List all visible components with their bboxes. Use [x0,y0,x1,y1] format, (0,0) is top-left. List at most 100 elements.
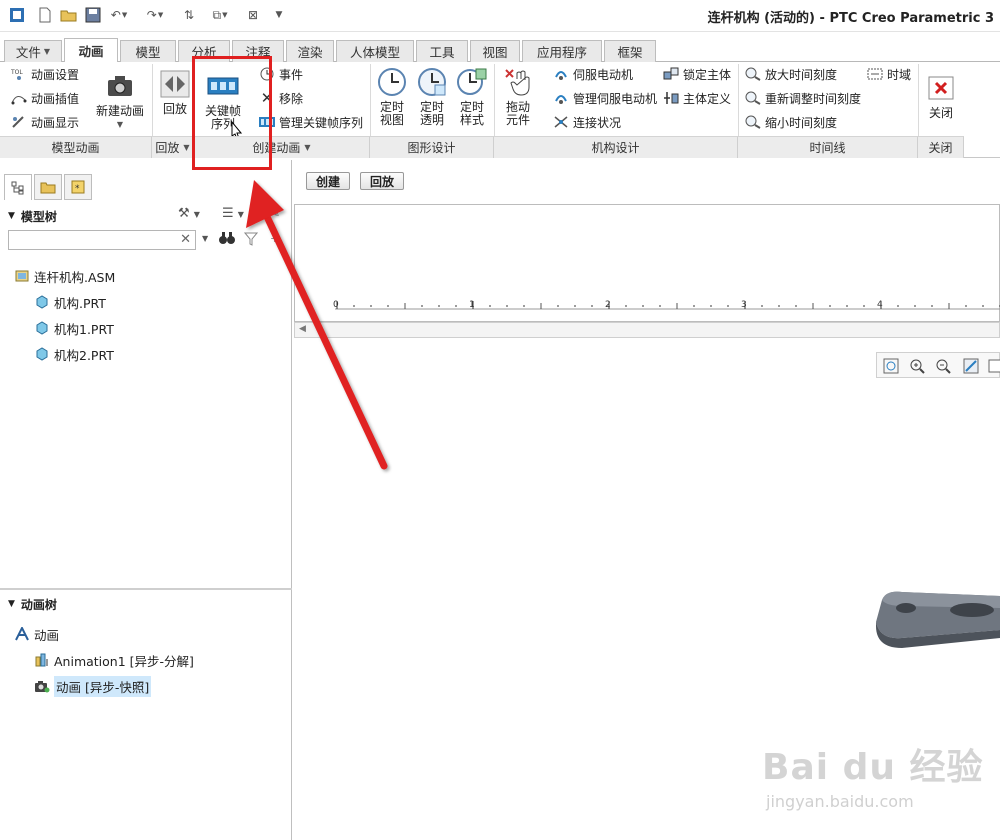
mechanism-part-3d-model[interactable] [872,586,1000,652]
playback-group-label: 回放 [155,141,180,155]
animation-tree-item-label: 动画 [异步-快照] [54,675,152,697]
timed-style-button[interactable]: 定时 样式 [454,66,490,127]
animation-tree-header[interactable]: ▼ 动画树 [0,592,292,616]
body-definition-button[interactable]: 主体定义 [662,88,731,108]
tab-file[interactable]: 文件 ▼ [4,40,62,62]
manage-servo-motors-label: 管理伺服电动机 [573,91,658,106]
lock-body-icon [662,66,680,82]
find-binoculars-icon[interactable] [218,230,236,250]
chevron-down-icon: ▼ [304,143,311,152]
tab-view[interactable]: 视图 [470,40,520,62]
open-icon[interactable] [60,6,78,24]
animation-tree-root[interactable]: 动画 [14,624,59,644]
saved-views-icon[interactable] [985,356,1000,376]
redo-icon[interactable]: ↷ ▼ [144,6,166,24]
lock-bodies-button[interactable]: 锁定主体 [662,64,731,84]
tree-item-part[interactable]: 机构.PRT [34,292,106,312]
new-animation-label: 新建动画 [95,104,144,118]
tree-item-part[interactable]: 机构2.PRT [34,344,114,364]
tab-frame[interactable]: 框架 [604,40,656,62]
group-footer-playback[interactable]: 回放 ▼ [152,136,194,158]
zoom-in-time-scale-button[interactable]: 放大时间刻度 [744,64,837,84]
animation-interpolation-button[interactable]: 动画插值 [10,88,79,108]
tab-manikin[interactable]: 人体模型 [336,40,414,62]
tab-model[interactable]: 模型 [120,40,176,62]
close-icon [925,72,957,104]
filter-icon[interactable] [243,232,259,249]
tab-render[interactable]: 渲染 [286,40,334,62]
regenerate-icon[interactable]: ⇅ [180,6,198,24]
part-icon [34,347,50,361]
animation-tree-item[interactable]: Animation1 [异步-分解] [34,650,194,670]
graphics-toolbar [876,352,1000,378]
ruler-label-1: 1 [469,300,475,310]
model-animation-group-label: 模型动画 [51,141,100,155]
model-tree-title: 模型树 [20,209,57,224]
refit-icon[interactable] [881,356,901,376]
more-icon[interactable]: + [270,232,279,245]
connection-status-button[interactable]: 连接状况 [552,112,621,132]
close-window-icon[interactable]: ⊠ [244,6,262,24]
app-icon[interactable] [8,6,26,24]
undo-icon[interactable]: ↶ ▼ [108,6,130,24]
pin-icon[interactable]: ✎ [270,206,280,220]
new-animation-button[interactable]: 新建动画 ▼ [94,70,146,131]
clear-search-icon[interactable]: ✕ [180,232,191,247]
timeline-panel[interactable] [294,204,1000,322]
rescale-time-label: 重新调整时间刻度 [765,91,862,106]
animation-settings-button[interactable]: TOL 动画设置 [10,64,79,84]
timed-transparency-button[interactable]: 定时 透明 [414,66,450,127]
model-tree-tab[interactable] [4,174,32,200]
timeline-playback-button[interactable]: 回放 [360,172,404,190]
ruler-minor-tick [897,305,899,307]
time-domain-button[interactable]: 时域 [866,64,911,84]
playback-button[interactable]: 回放 [158,68,192,116]
model-tree-header[interactable]: ▼ 模型树 [0,204,292,228]
animation-interpolation-label: 动画插值 [31,91,80,106]
tab-tools[interactable]: 工具 [416,40,468,62]
close-animation-button[interactable]: 关闭 [924,72,958,120]
tree-settings-icon[interactable]: ⚒ ▼ [178,206,200,221]
tree-columns-icon[interactable]: ☰ ▼ [222,206,244,221]
windows-icon[interactable]: ⧉ ▼ [206,6,234,24]
folder-tab[interactable] [34,174,62,200]
customize-icon[interactable]: ▼ [270,6,288,24]
zoom-in-icon[interactable] [907,356,927,376]
panel-divider[interactable] [0,588,292,590]
animation-tree-item-selected[interactable]: 动画 [异步-快照] [34,675,152,697]
ruler-minor-tick [591,305,593,307]
animation-display-button[interactable]: 动画显示 [10,112,79,132]
tree-item-assembly[interactable]: 连杆机构.ASM [14,266,115,286]
tree-item-part[interactable]: 机构1.PRT [34,318,114,338]
time-domain-label: 时域 [887,67,912,82]
favorites-tab[interactable]: * [64,174,92,200]
timeline-scrollbar[interactable]: ◀ [294,322,1000,338]
ruler-minor-tick [778,305,780,307]
zoom-out-time-scale-button[interactable]: 缩小时间刻度 [744,112,837,132]
servo-motor-icon [552,66,570,82]
ruler-minor-tick [982,305,984,307]
scroll-left-icon[interactable]: ◀ [299,324,306,334]
ruler-minor-tick [455,305,457,307]
rescale-time-button[interactable]: 重新调整时间刻度 [744,88,861,108]
zoom-out-time-icon [744,114,762,130]
body-definition-label: 主体定义 [683,91,732,106]
tab-animation[interactable]: 动画 [64,38,118,62]
drag-components-button[interactable]: 拖动 元件 [498,66,538,127]
tab-applications[interactable]: 应用程序 [522,40,602,62]
close-animation-label: 关闭 [928,106,953,120]
save-icon[interactable] [84,6,102,24]
search-dropdown-icon[interactable]: ▼ [202,234,208,243]
timed-view-button[interactable]: 定时 视图 [374,66,410,127]
timeline-create-label: 创建 [315,174,340,189]
servo-motor-button[interactable]: 伺服电动机 [552,64,633,84]
zoom-out-icon[interactable] [933,356,953,376]
timeline-create-button[interactable]: 创建 [306,172,350,190]
chevron-down-icon: ▼ [116,120,124,129]
timed-view-icon [376,66,408,98]
new-icon[interactable] [36,6,54,24]
manage-keyframe-sequence-button[interactable]: 管理关键帧序列 [258,112,363,132]
repaint-icon[interactable] [961,356,981,376]
manage-servo-motors-button[interactable]: 管理伺服电动机 [552,88,657,108]
model-tree-search-input[interactable]: ✕ [8,230,196,250]
